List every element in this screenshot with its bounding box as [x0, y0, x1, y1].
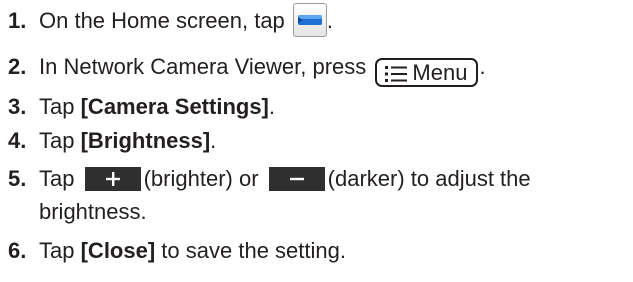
step-5: 5. Tap (brighter) or (darker) to adjust t… — [8, 166, 629, 192]
brightness-keyword: [Brightness] — [80, 128, 211, 153]
step-text-end: . — [210, 128, 217, 153]
step-text: Tap — [39, 94, 75, 119]
network-camera-app-icon[interactable] — [292, 3, 327, 37]
step-text-end: to save the setting. — [161, 238, 346, 263]
menu-key-label: Menu — [412, 60, 468, 85]
step-text-end: . — [268, 94, 276, 119]
plus-icon — [105, 172, 120, 186]
close-keyword: [Close] — [80, 238, 156, 263]
step-text-end: (darker) to adjust the — [327, 166, 531, 191]
step-text-middle: (brighter) or — [143, 166, 259, 191]
step-1: 1. On the Home screen, tap . — [8, 3, 629, 37]
step-number: 5. — [8, 166, 27, 191]
step-text: Tap — [39, 166, 75, 191]
step-text-end: . — [479, 54, 486, 79]
step-2: 2. In Network Camera Viewer, press Menu . — [8, 54, 629, 87]
step-number: 6. — [8, 238, 27, 263]
instruction-steps: 1. On the Home screen, tap . 2. In Network… — [0, 0, 633, 282]
step-number: 4. — [8, 128, 27, 153]
step-text: In Network Camera Viewer, press — [39, 54, 367, 79]
step-3: 3. Tap [Camera Settings]. — [8, 94, 629, 120]
menu-list-icon — [385, 63, 408, 88]
step-text: Tap — [39, 128, 75, 153]
step-5-continuation: brightness. — [39, 199, 147, 224]
step-number: 1. — [8, 8, 27, 33]
step-text: Tap — [39, 238, 75, 263]
step-text-end: . — [326, 8, 334, 33]
minus-button[interactable] — [268, 167, 325, 191]
camera-settings-keyword: [Camera Settings] — [80, 94, 269, 119]
step-number: 3. — [8, 94, 27, 119]
step-4: 4. Tap [Brightness]. — [8, 128, 629, 154]
step-6: 6. Tap [Close] to save the setting. — [8, 238, 629, 264]
step-text: On the Home screen, tap — [39, 8, 285, 33]
menu-key[interactable]: Menu — [375, 58, 479, 88]
step-number: 2. — [8, 54, 27, 79]
minus-icon — [289, 177, 304, 181]
plus-button[interactable] — [84, 167, 141, 191]
